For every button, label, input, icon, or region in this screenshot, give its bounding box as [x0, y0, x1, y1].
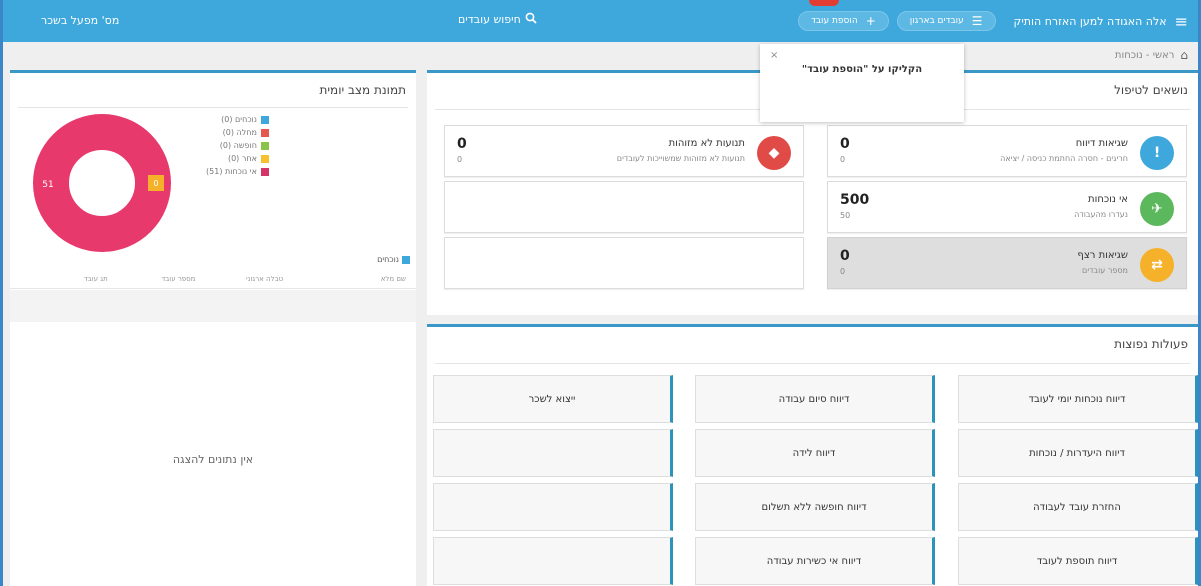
top-bar-right: ≡ אלה האגודה למען האזרח הותיק ☰ עובדים ב… [797, 0, 1188, 42]
legend-swatch [260, 141, 269, 150]
card-subtitle: תנועות לא מזוהות שמשוייכות לעובדים [616, 154, 745, 163]
card-subcount: 0 [840, 267, 846, 276]
search-employees[interactable]: חיפוש עובדים [458, 12, 537, 27]
app-frame: ≡ אלה האגודה למען האזרח הותיק ☰ עובדים ב… [0, 0, 1201, 586]
return-to-work-button[interactable]: החזרת עובד לעבודה [958, 483, 1198, 531]
legend-item: חופשה (0) [206, 139, 269, 152]
column-header[interactable]: מספר עובד [108, 275, 195, 283]
daily-attendance-report-button[interactable]: דיווח נוכחות יומי לעובד [958, 375, 1198, 423]
divider [435, 363, 1190, 364]
daily-status-panel: תמונת מצב יומית נוכחים (0) מחלה (0) חופש… [10, 70, 416, 586]
legend-label: אחר (0) [227, 154, 257, 163]
legend-swatch [260, 154, 269, 163]
legend-label: נוכחים (0) [221, 115, 257, 124]
hint-popover: × הקליקו על "הוספת עובד" [760, 44, 964, 122]
table-row [10, 290, 416, 322]
common-actions-panel: פעולות נפוצות דיווח נוכחות יומי לעובד די… [427, 324, 1198, 586]
present-legend: נוכחים [377, 255, 410, 264]
export-to-payroll-button[interactable]: ייצוא לשכר [433, 375, 673, 423]
present-label: נוכחים [377, 255, 399, 264]
legend-item: מחלה (0) [206, 126, 269, 139]
divider [18, 107, 408, 108]
work-incapacity-report-button[interactable]: דיווח אי כשירות עבודה [695, 537, 935, 585]
daily-status-title: תמונת מצב יומית [319, 83, 406, 97]
donut-main-value: 51 [42, 180, 53, 190]
employee-addition-report-button[interactable]: דיווח תוספת לעובד [958, 537, 1198, 585]
tag-icon: ◆ [757, 136, 791, 170]
repeat-icon: ⇄ [1140, 248, 1174, 282]
card-subtitle: מספר עובדים [1082, 266, 1128, 275]
legend-label: מחלה (0) [222, 128, 257, 137]
unpaid-leave-report-button[interactable]: דיווח חופשה ללא תשלום [695, 483, 935, 531]
legend-item: נוכחים (0) [206, 113, 269, 126]
breadcrumb: ⌂ ראשי - נוכחות [1115, 47, 1188, 63]
plane-icon: ✈ [1140, 192, 1174, 226]
menu-icon[interactable]: ≡ [1175, 12, 1188, 31]
card-count: 0 [457, 136, 467, 152]
status-legend: נוכחים (0) מחלה (0) חופשה (0) אחר (0) אי… [206, 113, 269, 178]
absence-attendance-report-button[interactable]: דיווח היעדרות / נוכחות [958, 429, 1198, 477]
legend-swatch [260, 115, 269, 124]
end-of-work-report-button[interactable]: דיווח סיום עבודה [695, 375, 935, 423]
add-employee-label: הוספת עובד [810, 16, 858, 26]
column-header[interactable]: שם מלא [283, 275, 406, 283]
plus-icon: + [865, 14, 876, 28]
card-count: 0 [840, 248, 850, 264]
empty-action-button[interactable] [433, 537, 673, 585]
unidentified-movements-card[interactable]: ◆ תנועות לא מזוהות תנועות לא מזוהות שמשו… [444, 125, 804, 177]
close-icon[interactable]: × [770, 50, 778, 61]
card-title: שגיאות רצף [1077, 250, 1128, 261]
legend-item: אי נוכחות (51) [206, 165, 269, 178]
employees-filter-button[interactable]: ☰ עובדים בארגון [896, 11, 996, 31]
donut-small-value: 0 [153, 179, 158, 188]
card-subtitle: חריגים - חסרה החתמת כניסה / יציאה [1000, 154, 1128, 163]
report-errors-card[interactable]: ! שגיאות דיווח חריגים - חסרה החתמת כניסה… [827, 125, 1187, 177]
search-employees-label: חיפוש עובדים [458, 13, 521, 26]
no-data-message: אין נתונים להצגה [172, 453, 254, 466]
sequence-errors-card[interactable]: ⇄ שגיאות רצף מספר עובדים 0 0 [827, 237, 1187, 289]
card-subcount: 0 [840, 155, 846, 164]
filter-icon: ☰ [971, 14, 983, 28]
card-subtitle: נעדרו מהעבודה [1074, 210, 1128, 219]
card-title: תנועות לא מזוהות [668, 138, 745, 149]
present-swatch [402, 255, 410, 264]
legend-item: אחר (0) [206, 152, 269, 165]
employees-filter-label: עובדים בארגון [909, 16, 964, 26]
donut-ring [33, 114, 171, 252]
hint-message: הקליקו על "הוספת עובד" [801, 64, 923, 75]
empty-card [444, 181, 804, 233]
legend-swatch [260, 167, 269, 176]
exclamation-icon: ! [1140, 136, 1174, 170]
add-employee-button[interactable]: + הוספת עובד [797, 11, 889, 31]
column-header[interactable]: טבלה ארגוני [195, 275, 283, 283]
actions-title: פעולות נפוצות [1114, 337, 1188, 351]
card-title: אי נוכחות [1088, 194, 1128, 205]
employer-number[interactable]: מס' מפעל בשכר [41, 14, 119, 27]
breadcrumb-text[interactable]: ראשי - נוכחות [1115, 50, 1174, 61]
legend-label: אי נוכחות (51) [206, 167, 257, 176]
card-subcount: 50 [840, 211, 851, 220]
card-subcount: 0 [457, 155, 463, 164]
home-icon[interactable]: ⌂ [1180, 48, 1188, 62]
empty-card [444, 237, 804, 289]
employees-table-header: שם מלא טבלה ארגוני מספר עובד תג עובד [10, 269, 416, 289]
card-count: 0 [840, 136, 850, 152]
card-title: שגיאות דיווח [1075, 138, 1128, 149]
empty-action-button[interactable] [433, 429, 673, 477]
top-bar: ≡ אלה האגודה למען האזרח הותיק ☰ עובדים ב… [3, 0, 1198, 42]
column-header[interactable]: תג עובד [20, 275, 108, 283]
absence-card[interactable]: ✈ אי נוכחות נעדרו מהעבודה 500 50 [827, 181, 1187, 233]
empty-action-button[interactable] [433, 483, 673, 531]
card-count: 500 [840, 192, 870, 208]
topics-title: נושאים לטיפול [1114, 83, 1188, 97]
maternity-report-button[interactable]: דיווח לידה [695, 429, 935, 477]
attendance-donut-chart: 0 51 [33, 114, 171, 252]
org-name[interactable]: אלה האגודה למען האזרח הותיק [1014, 15, 1167, 28]
legend-swatch [260, 128, 269, 137]
legend-label: חופשה (0) [219, 141, 257, 150]
search-icon [525, 12, 537, 27]
